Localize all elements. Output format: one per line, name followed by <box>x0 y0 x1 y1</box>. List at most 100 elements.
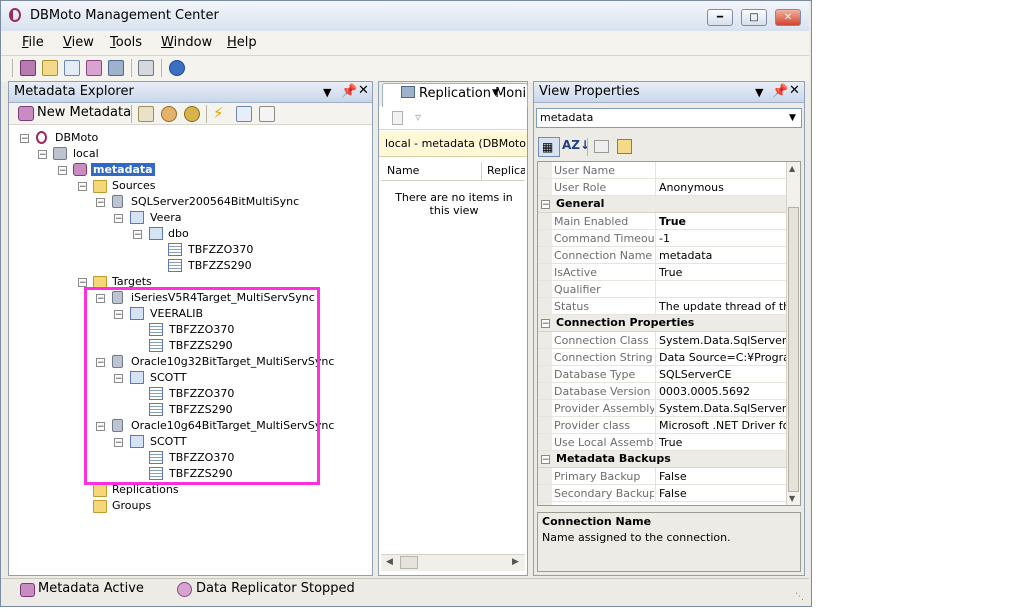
menu-file[interactable]: File <box>22 35 44 50</box>
property-row[interactable]: Secondary Backup False <box>538 485 786 502</box>
category-connection-properties[interactable]: − Connection Properties <box>538 315 786 332</box>
database-icon <box>112 195 123 208</box>
property-row[interactable]: Status The update thread of the l <box>538 298 786 315</box>
category-label: Metadata Backups <box>556 452 671 465</box>
pane-close-icon[interactable]: ✕ <box>789 83 800 98</box>
property-row[interactable]: Provider Assembly System.Data.SqlServerCe <box>538 400 786 417</box>
scroll-thumb[interactable] <box>400 556 418 569</box>
expand-toggle[interactable]: − <box>133 230 142 240</box>
category-label: General <box>556 197 605 210</box>
expand-toggle[interactable]: − <box>38 150 47 160</box>
tree-node-local[interactable]: local <box>73 146 99 162</box>
property-row[interactable]: Connection String Data Source=C:¥Program <box>538 349 786 366</box>
wrench-icon[interactable] <box>138 60 154 76</box>
tree-node-source-db[interactable]: Veera <box>150 210 181 226</box>
property-row[interactable]: Command Timeout -1 <box>538 230 786 247</box>
scroll-right-icon[interactable]: ▶ <box>512 557 519 567</box>
script-icon[interactable] <box>236 106 252 122</box>
expand-toggle[interactable]: − <box>58 166 67 176</box>
collapse-toggle[interactable]: − <box>541 455 550 465</box>
log-icon[interactable] <box>259 106 275 122</box>
property-row[interactable]: Qualifier <box>538 281 786 298</box>
scroll-down-icon[interactable]: ▼ <box>789 494 795 503</box>
scroll-up-icon[interactable]: ▲ <box>789 164 795 173</box>
property-row[interactable]: Use Local Assembly True <box>538 434 786 451</box>
property-row[interactable]: IsActive True <box>538 264 786 281</box>
pane-close-icon[interactable]: ✕ <box>358 83 369 98</box>
menu-help[interactable]: Help <box>227 35 257 50</box>
tree-node-dbmoto[interactable]: DBMoto <box>55 130 98 146</box>
properties-icon[interactable] <box>138 106 154 122</box>
expand-toggle[interactable]: − <box>114 214 123 224</box>
tree-node-metadata[interactable]: metadata <box>91 162 155 178</box>
close-button[interactable]: ✕ <box>775 9 801 26</box>
menu-view[interactable]: View <box>63 35 94 50</box>
expand-toggle[interactable]: − <box>78 182 87 192</box>
new-metadata-button[interactable]: New Metadata <box>37 105 131 120</box>
grid-divider <box>655 247 656 264</box>
monitor-icon[interactable] <box>108 60 124 76</box>
filter-icon[interactable]: ▿ <box>415 110 421 124</box>
replication-icon[interactable] <box>86 60 102 76</box>
minimize-button[interactable]: ━ <box>707 9 733 26</box>
expand-toggle[interactable]: − <box>96 198 105 208</box>
resize-grip-icon[interactable]: ⋱ <box>795 592 804 602</box>
property-row[interactable]: Connection Class System.Data.SqlServerCe <box>538 332 786 349</box>
metadata-icon[interactable] <box>20 60 36 76</box>
property-row[interactable]: Database Type SQLServerCE <box>538 366 786 383</box>
tree-node-sources[interactable]: Sources <box>112 178 156 194</box>
toolbar-separator <box>587 138 588 156</box>
menu-tools[interactable]: Tools <box>110 35 142 50</box>
users-icon[interactable] <box>161 106 177 122</box>
category-general[interactable]: − General <box>538 196 786 213</box>
collapse-toggle[interactable]: − <box>541 200 550 210</box>
scroll-thumb[interactable] <box>788 207 799 492</box>
category-metadata-backups[interactable]: − Metadata Backups <box>538 451 786 468</box>
expand-toggle[interactable]: − <box>78 278 87 288</box>
expand-toggle[interactable]: − <box>20 134 29 144</box>
property-row[interactable]: Primary Backup False <box>538 468 786 485</box>
page-icon[interactable] <box>392 111 403 125</box>
property-value: Microsoft .NET Driver for S <box>659 419 786 432</box>
gear-icon[interactable] <box>184 106 200 122</box>
dbmoto-icon <box>36 131 47 144</box>
pane-menu-icon[interactable]: ▼ <box>755 86 763 99</box>
property-value: False <box>659 487 687 500</box>
chevron-down-icon[interactable]: ▼ <box>789 113 796 123</box>
tree-node-table[interactable]: TBFZZO370 <box>188 242 253 258</box>
edit-icon[interactable] <box>42 60 58 76</box>
pin-icon[interactable]: 📌 <box>772 84 788 99</box>
tree-node-groups[interactable]: Groups <box>112 498 151 514</box>
menu-label: ile <box>28 35 44 50</box>
catalog-icon <box>130 211 144 224</box>
column-divider[interactable] <box>481 162 482 180</box>
property-row[interactable]: Database Version 0003.0005.5692 <box>538 383 786 400</box>
scroll-left-icon[interactable]: ◀ <box>386 557 393 567</box>
pane-menu-icon[interactable]: ▼ <box>323 86 331 99</box>
property-row[interactable]: User Role Anonymous <box>538 179 786 196</box>
property-row[interactable]: Provider class Microsoft .NET Driver for … <box>538 417 786 434</box>
menu-label: indow <box>173 35 213 50</box>
property-row[interactable]: User Name <box>538 162 786 179</box>
document-icon[interactable] <box>64 60 80 76</box>
help-icon[interactable] <box>169 60 185 76</box>
lightning-icon[interactable]: ⚡ <box>213 106 229 122</box>
menu-window[interactable]: Window <box>161 35 212 50</box>
pin-icon[interactable]: 📌 <box>341 84 357 99</box>
edit-properties-icon[interactable] <box>617 139 632 154</box>
tree-node-source-schema[interactable]: dbo <box>168 226 189 242</box>
categorized-button[interactable]: ▦ <box>538 137 560 157</box>
grid-divider <box>655 383 656 400</box>
sort-alphabetical-icon[interactable]: AZ↓ <box>562 138 590 152</box>
column-header-replica[interactable]: Replica <box>487 164 525 177</box>
tree-node-source-server[interactable]: SQLServer200564BitMultiSync <box>131 194 299 210</box>
property-row[interactable]: Connection Name metadata <box>538 247 786 264</box>
property-pages-icon[interactable] <box>594 140 609 153</box>
property-row[interactable]: Main Enabled True <box>538 213 786 230</box>
toolbar-separator <box>131 59 132 77</box>
maximize-button[interactable]: □ <box>741 9 767 26</box>
tab-menu-icon[interactable]: ▼ <box>492 88 499 98</box>
column-header-name[interactable]: Name <box>387 164 419 177</box>
tree-node-table[interactable]: TBFZZS290 <box>188 258 252 274</box>
collapse-toggle[interactable]: − <box>541 319 550 329</box>
